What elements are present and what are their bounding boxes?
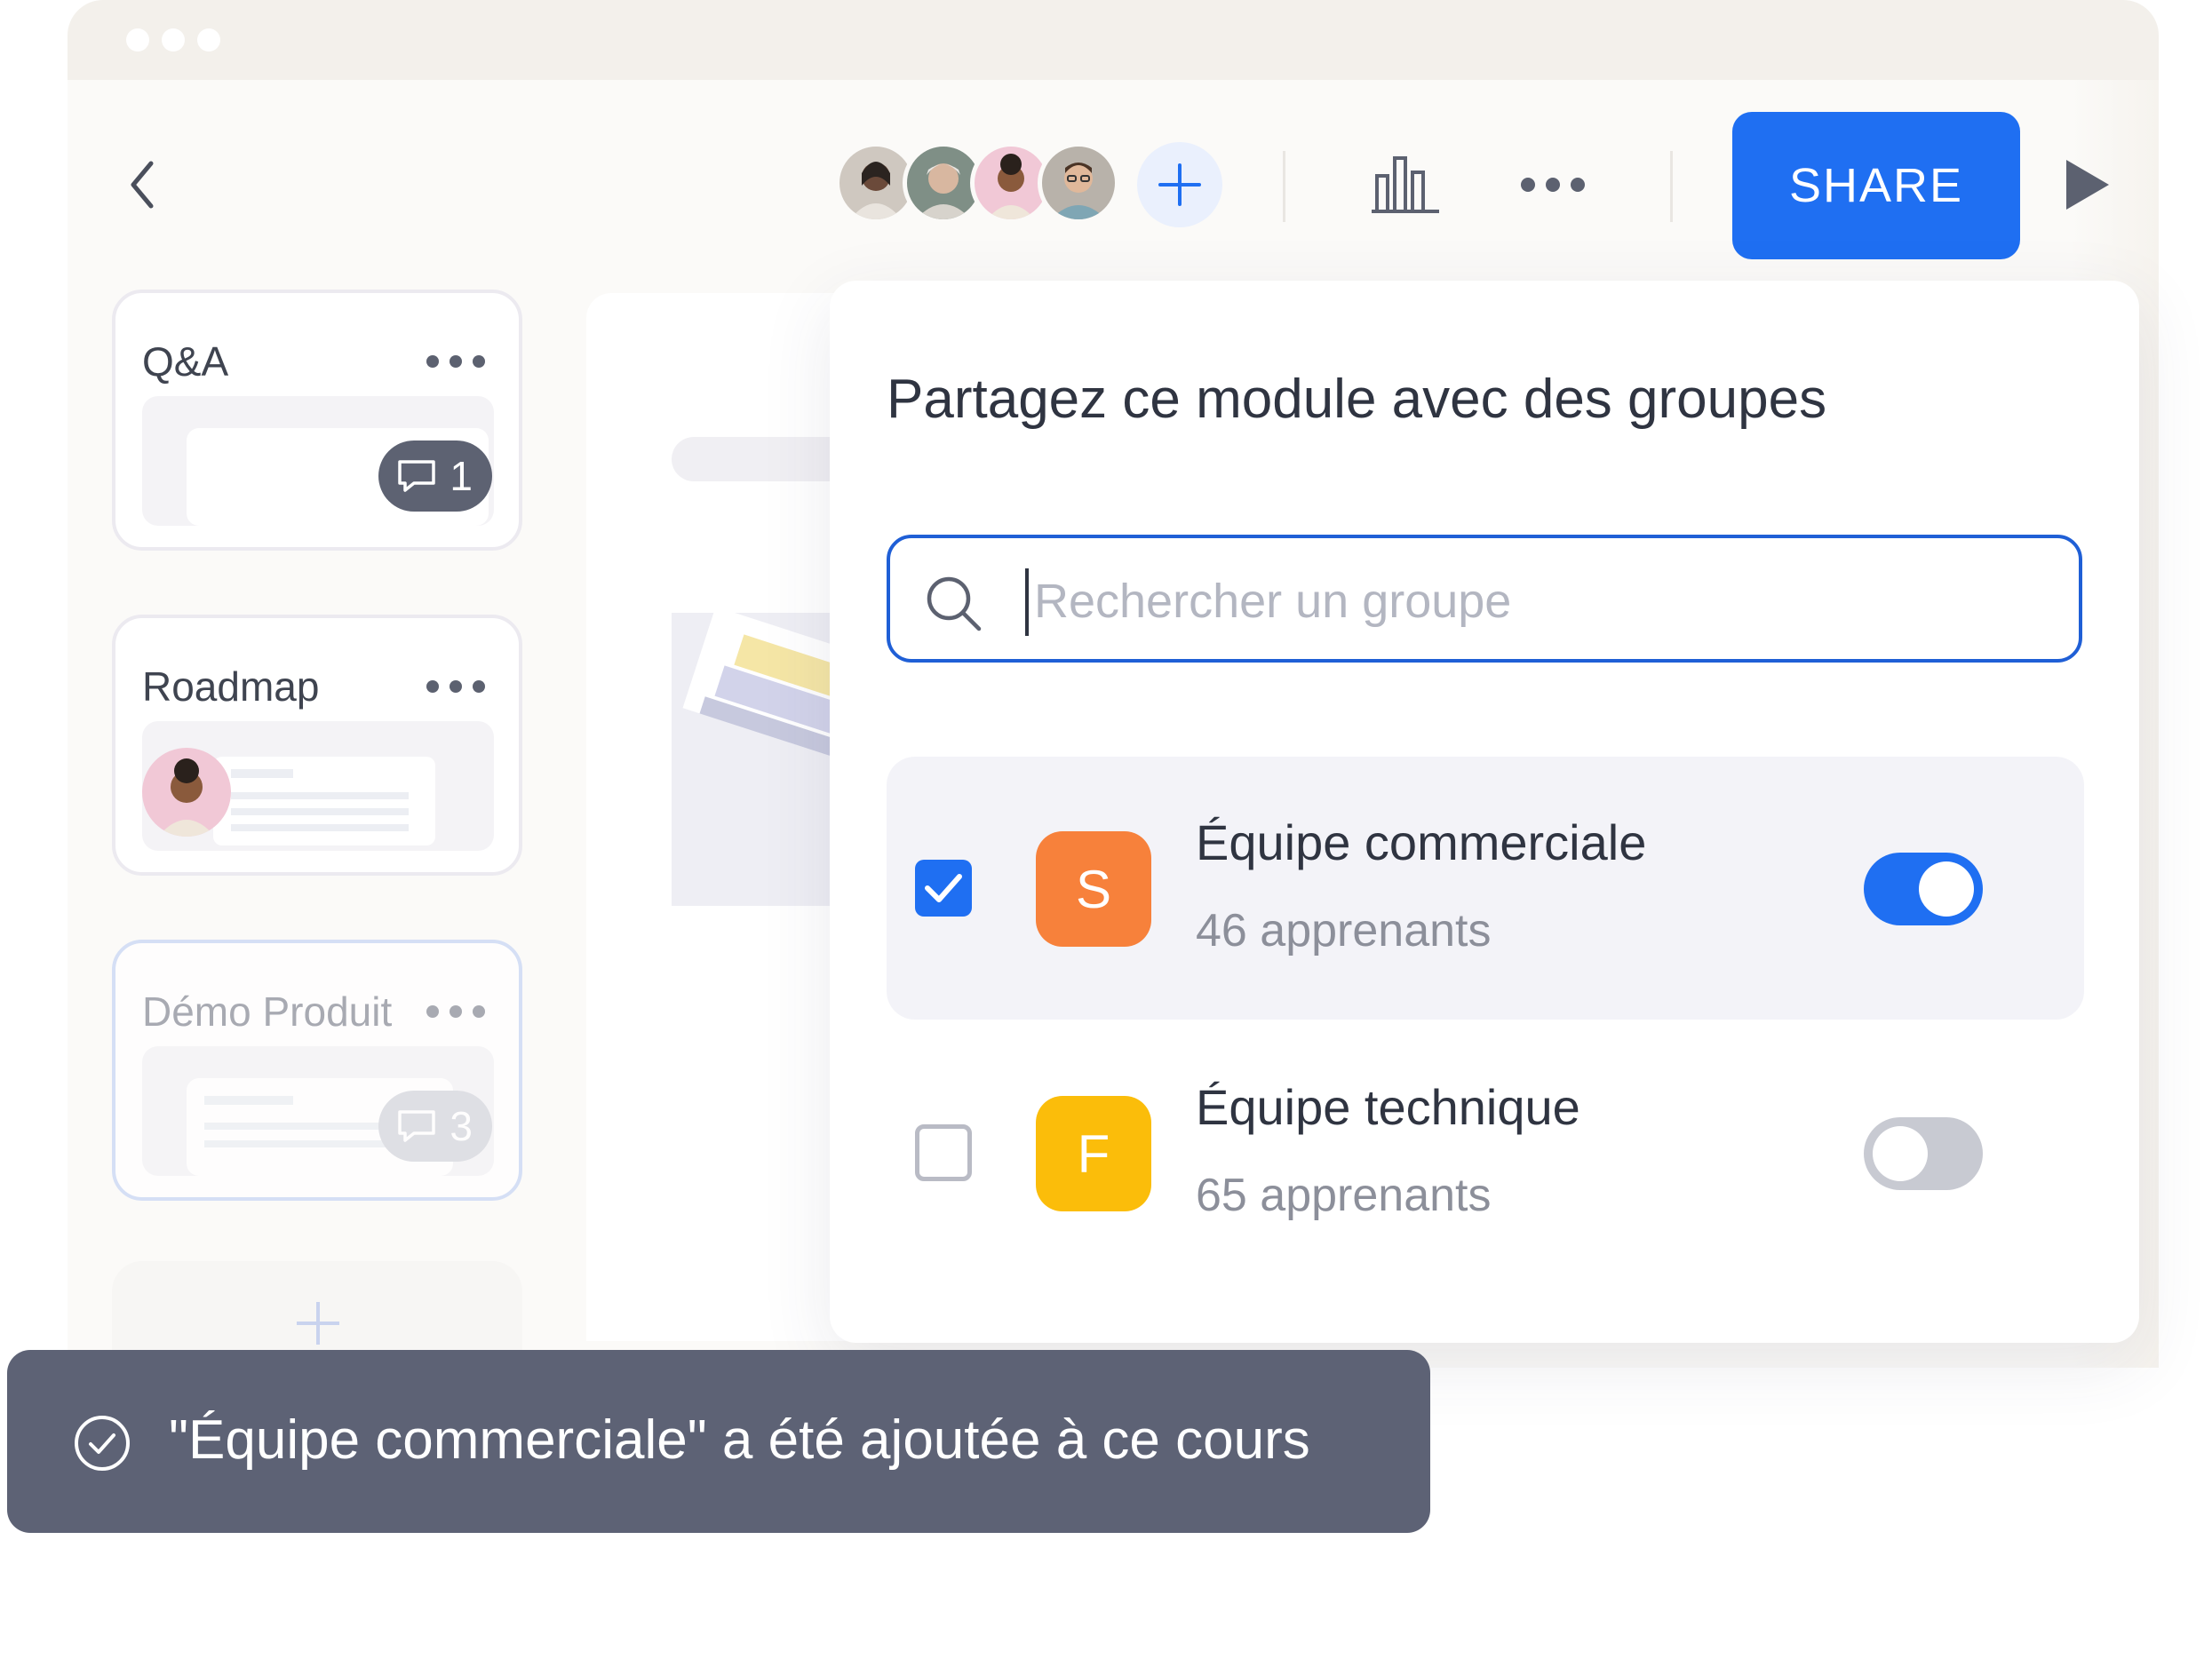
- window-dot[interactable]: [126, 28, 149, 52]
- toolbar-divider: [1283, 151, 1285, 222]
- comment-icon: [398, 460, 436, 492]
- group-member-count: 46 apprenants: [1196, 905, 1492, 957]
- module-card-active[interactable]: Démo Produit 3: [112, 940, 522, 1201]
- group-avatar: S: [1036, 831, 1151, 947]
- group-row[interactable]: F Équipe technique 65 apprenants: [887, 1021, 2084, 1284]
- group-member-count: 65 apprenants: [1196, 1170, 1492, 1221]
- collaborator-avatar[interactable]: [1038, 142, 1119, 224]
- more-options-button[interactable]: [1519, 174, 1587, 195]
- more-horizontal-icon[interactable]: [425, 677, 487, 696]
- group-toggle[interactable]: [1864, 1117, 1983, 1190]
- checkmark-icon: [925, 874, 962, 902]
- toggle-knob: [1919, 861, 1974, 917]
- author-avatar: [142, 748, 231, 837]
- comment-icon: [398, 1110, 436, 1142]
- check-circle-icon: [75, 1416, 130, 1471]
- search-icon: [927, 576, 982, 631]
- group-name: Équipe commerciale: [1196, 814, 1647, 870]
- window-dot[interactable]: [162, 28, 185, 52]
- group-avatar: F: [1036, 1096, 1151, 1211]
- group-row[interactable]: S Équipe commerciale 46 apprenants: [887, 757, 2084, 1020]
- plus-icon: [1158, 163, 1201, 206]
- module-title: Q&A: [142, 338, 229, 385]
- modal-title: Partagez ce module avec des groupes: [887, 369, 1827, 430]
- analytics-button[interactable]: [1370, 153, 1441, 215]
- module-card[interactable]: Roadmap: [112, 615, 522, 876]
- bar-chart-icon: [1372, 156, 1439, 213]
- toast-message: "Équipe commerciale" a été ajoutée à ce …: [169, 1409, 1310, 1471]
- window-titlebar: [68, 0, 2159, 80]
- comment-count-badge[interactable]: 1: [378, 441, 492, 512]
- more-horizontal-icon[interactable]: [425, 1002, 487, 1021]
- comment-count-badge[interactable]: 3: [378, 1091, 492, 1162]
- toolbar-divider: [1670, 151, 1673, 222]
- comment-count: 1: [450, 453, 473, 499]
- plus-icon: [297, 1302, 339, 1345]
- search-input[interactable]: [1032, 563, 2031, 639]
- play-icon: [2066, 160, 2109, 210]
- more-horizontal-icon: [1521, 178, 1585, 192]
- window-dot[interactable]: [197, 28, 220, 52]
- group-toggle[interactable]: [1864, 853, 1983, 925]
- group-checkbox[interactable]: [915, 860, 972, 917]
- chevron-left-icon: [131, 161, 154, 209]
- share-modal: Partagez ce module avec des groupes S Éq…: [830, 281, 2139, 1343]
- group-checkbox[interactable]: [915, 1124, 972, 1181]
- comment-count: 3: [450, 1103, 473, 1149]
- group-search[interactable]: [887, 535, 2082, 663]
- toggle-knob: [1873, 1126, 1928, 1181]
- share-button[interactable]: SHARE: [1732, 112, 2020, 259]
- add-collaborator-button[interactable]: [1137, 142, 1222, 227]
- group-name: Équipe technique: [1196, 1079, 1580, 1135]
- module-card[interactable]: Q&A 1: [112, 290, 522, 551]
- module-title: Roadmap: [142, 663, 320, 710]
- text-cursor: [1025, 568, 1029, 636]
- module-title: Démo Produit: [142, 988, 393, 1035]
- more-horizontal-icon[interactable]: [425, 352, 487, 371]
- preview-button[interactable]: [2063, 156, 2113, 213]
- back-button[interactable]: [124, 158, 160, 211]
- toast-notification: "Équipe commerciale" a été ajoutée à ce …: [7, 1350, 1430, 1533]
